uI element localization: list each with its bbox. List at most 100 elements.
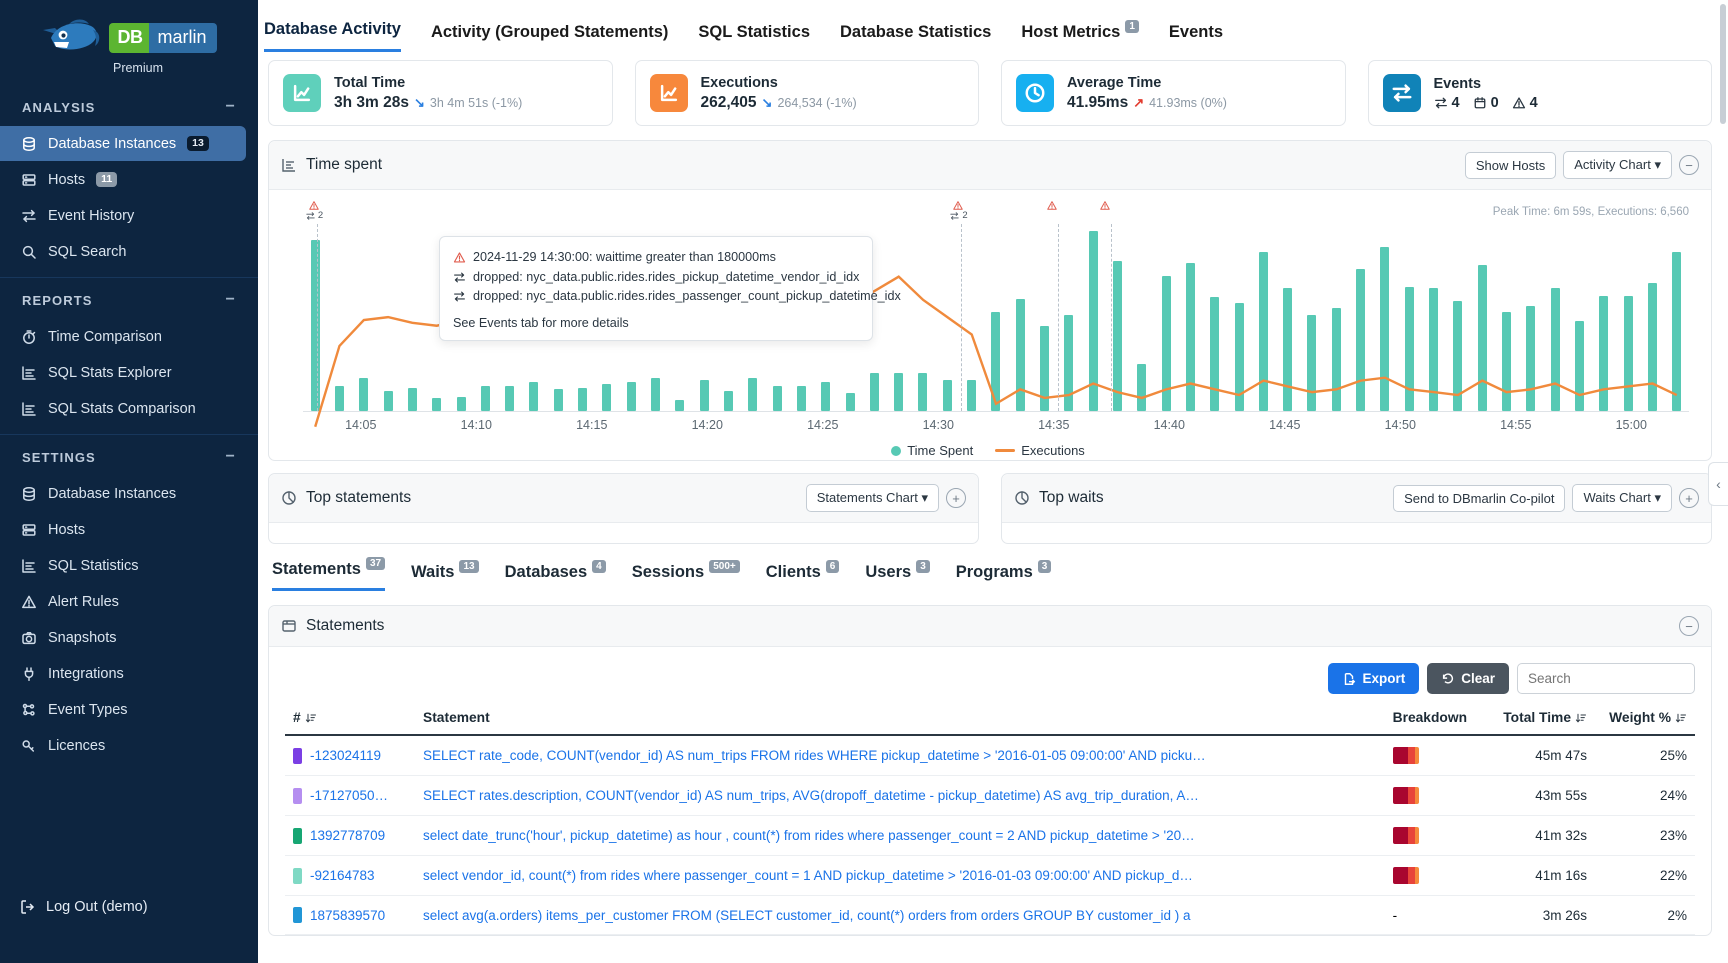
sidebar-item-time-comparison[interactable]: Time Comparison <box>0 319 246 354</box>
subtab-sessions[interactable]: Sessions 500+ <box>632 560 740 591</box>
statements-search-input[interactable] <box>1517 663 1695 694</box>
add-top-statements-button[interactable]: + <box>946 488 966 508</box>
sidebar-item-hosts[interactable]: Hosts 11 <box>0 162 246 197</box>
subtab-badge: 13 <box>459 560 479 573</box>
table-row[interactable]: 1875839570 select avg(a.orders) items_per… <box>285 895 1695 935</box>
table-row[interactable]: -123024119 SELECT rate_code, COUNT(vendor… <box>285 735 1695 776</box>
event-marker[interactable]: 2 <box>949 200 968 221</box>
sidebar-section-settings[interactable]: SETTINGS − <box>0 435 258 475</box>
event-marker[interactable]: 2 <box>305 200 323 221</box>
cell-statement[interactable]: select avg(a.orders) items_per_customer … <box>415 895 1385 935</box>
subtab-statements[interactable]: Statements 37 <box>272 557 386 591</box>
cell-id[interactable]: 1392778709 <box>285 815 415 856</box>
cell-id[interactable]: -123024119 <box>285 735 415 776</box>
bar-chart-icon <box>21 558 36 573</box>
subtab-databases[interactable]: Databases 4 <box>505 560 606 591</box>
sidebar-item-label: SQL Search <box>48 243 127 260</box>
breakdown-bar <box>1392 827 1419 844</box>
col-sort[interactable]: Total Time <box>1503 710 1587 725</box>
table-row[interactable]: -17127050… SELECT rates.description, COUN… <box>285 775 1695 816</box>
sidebar-item-sql-stats-explorer[interactable]: SQL Stats Explorer <box>0 355 246 390</box>
sidebar-item-event-history[interactable]: Event History <box>0 198 246 233</box>
event-marker[interactable] <box>1046 200 1058 211</box>
subtab-waits[interactable]: Waits 13 <box>411 560 479 591</box>
col-total-time[interactable]: Total Time <box>1475 704 1595 736</box>
logout-icon <box>21 900 35 914</box>
collapse-time-spent-button[interactable]: − <box>1679 155 1699 175</box>
statement-text[interactable]: SELECT rates.description, COUNT(vendor_i… <box>423 788 1263 803</box>
subtab-clients[interactable]: Clients 6 <box>766 560 840 591</box>
statement-text[interactable]: select avg(a.orders) items_per_customer … <box>423 908 1263 923</box>
statement-text[interactable]: SELECT rate_code, COUNT(vendor_id) AS nu… <box>423 748 1263 763</box>
cell-id[interactable]: 1875839570 <box>285 895 415 935</box>
tab-host-metrics[interactable]: Host Metrics 1 <box>1021 20 1139 52</box>
kpi-card-average-time[interactable]: Average Time 41.95ms ↗ 41.93ms (0%) <box>1001 60 1346 126</box>
line-chart-icon <box>293 84 311 102</box>
sidebar-item-licences[interactable]: Licences <box>0 728 246 763</box>
time-spent-header: Time spent Show Hosts Activity Chart ▾ − <box>269 141 1711 190</box>
kpi-card-events[interactable]: Events 4 0 4 <box>1367 60 1712 126</box>
add-top-waits-button[interactable]: + <box>1679 488 1699 508</box>
page-scrollbar[interactable] <box>1720 4 1726 124</box>
cell-id[interactable]: -17127050… <box>285 775 415 816</box>
sidebar-item-database-instances[interactable]: Database Instances 13 <box>0 126 246 161</box>
tab-database-statistics[interactable]: Database Statistics <box>840 23 991 52</box>
tab-database-activity[interactable]: Database Activity <box>264 20 401 52</box>
statement-id[interactable]: -123024119 <box>310 748 381 763</box>
logout-button[interactable]: Log Out (demo) <box>0 889 258 925</box>
kpi-count-value: 0 <box>1490 94 1499 111</box>
logo[interactable]: DB marlin Premium <box>0 0 258 85</box>
tab-activity-grouped-statements-[interactable]: Activity (Grouped Statements) <box>431 23 668 52</box>
export-button[interactable]: Export <box>1328 663 1420 694</box>
waits-chart-button[interactable]: Waits Chart ▾ <box>1572 484 1672 512</box>
col-weight-[interactable]: Weight % <box>1595 704 1695 736</box>
sidebar-item-integrations[interactable]: Integrations <box>0 656 246 691</box>
sidebar-item-sql-search[interactable]: SQL Search <box>0 234 246 269</box>
cell-statement[interactable]: select date_trunc('hour', pickup_datetim… <box>415 815 1385 856</box>
event-marker[interactable] <box>1099 200 1111 211</box>
col-sort[interactable]: Weight % <box>1609 710 1687 725</box>
sidebar-item-database-instances[interactable]: Database Instances <box>0 476 246 511</box>
subtab-programs[interactable]: Programs 3 <box>956 560 1052 591</box>
cell-weight: 2% <box>1595 895 1695 935</box>
cell-statement[interactable]: SELECT rate_code, COUNT(vendor_id) AS nu… <box>415 735 1385 776</box>
cell-statement[interactable]: SELECT rates.description, COUNT(vendor_i… <box>415 775 1385 816</box>
tab-sql-statistics[interactable]: SQL Statistics <box>698 23 810 52</box>
statement-id[interactable]: 1875839570 <box>310 908 385 923</box>
event-vertical-line <box>1111 224 1113 411</box>
sidebar-item-hosts[interactable]: Hosts <box>0 512 246 547</box>
sidebar-item-label: Database Instances <box>48 135 177 152</box>
show-hosts-button[interactable]: Show Hosts <box>1464 151 1557 179</box>
col--[interactable]: # <box>285 704 415 736</box>
sidebar-item-sql-stats-comparison[interactable]: SQL Stats Comparison <box>0 391 246 426</box>
statement-id[interactable]: -92164783 <box>310 868 375 883</box>
sidebar-section-analysis[interactable]: ANALYSIS − <box>0 85 258 125</box>
sidebar-section-reports[interactable]: REPORTS − <box>0 278 258 318</box>
sidebar-item-sql-statistics[interactable]: SQL Statistics <box>0 548 246 583</box>
cell-statement[interactable]: select vendor_id, count(*) from rides wh… <box>415 855 1385 896</box>
statement-id[interactable]: 1392778709 <box>310 828 385 843</box>
statements-chart-button[interactable]: Statements Chart ▾ <box>805 484 939 512</box>
statement-text[interactable]: select date_trunc('hour', pickup_datetim… <box>423 828 1263 843</box>
send-to-dbmarlin-co-pilot-button[interactable]: Send to DBmarlin Co-pilot <box>1393 484 1566 512</box>
sidebar-item-alert-rules[interactable]: Alert Rules <box>0 584 246 619</box>
kpi-count-value: 4 <box>1529 94 1538 111</box>
subtab-users[interactable]: Users 3 <box>865 560 930 591</box>
kpi-title: Executions <box>700 75 778 92</box>
col-sort[interactable]: # <box>293 710 317 725</box>
sidebar-item-snapshots[interactable]: Snapshots <box>0 620 246 655</box>
table-row[interactable]: 1392778709 select date_trunc('hour', pick… <box>285 815 1695 856</box>
kpi-card-executions[interactable]: Executions 262,405 ↘ 264,534 (-1%) <box>634 60 979 126</box>
table-row[interactable]: -92164783 select vendor_id, count(*) from… <box>285 855 1695 896</box>
cell-id[interactable]: -92164783 <box>285 855 415 896</box>
statement-id[interactable]: -17127050… <box>310 788 388 803</box>
tab-events[interactable]: Events <box>1169 23 1223 52</box>
clear-button[interactable]: Clear <box>1427 663 1509 694</box>
statement-text[interactable]: select vendor_id, count(*) from rides wh… <box>423 868 1263 883</box>
activity-chart-select[interactable]: Activity Chart ▾ <box>1563 151 1672 179</box>
right-panel-toggle[interactable]: ‹ <box>1708 462 1728 506</box>
activity-chart[interactable]: Peak Time: 6m 59s, Executions: 6,560 202… <box>269 190 1711 460</box>
kpi-card-total-time[interactable]: Total Time 3h 3m 28s ↘ 3h 4m 51s (-1%) <box>268 60 613 126</box>
sidebar-item-event-types[interactable]: Event Types <box>0 692 246 727</box>
collapse-statements-button[interactable]: − <box>1679 616 1699 636</box>
